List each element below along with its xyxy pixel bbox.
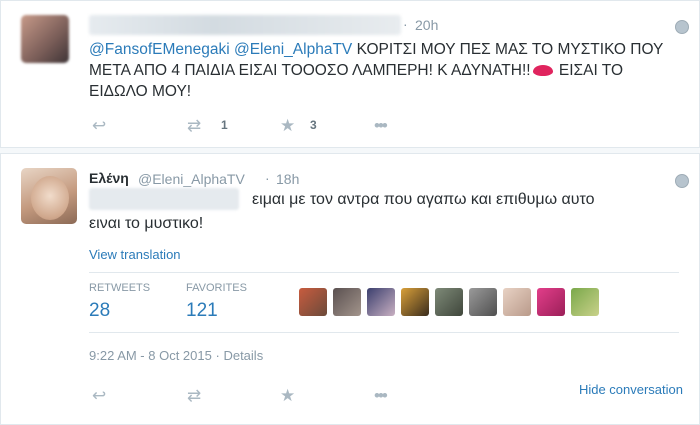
mention-link[interactable]: @Eleni_AlphaTV — [234, 41, 352, 58]
separator-dot: · — [403, 16, 408, 32]
favoriter-avatar[interactable] — [571, 288, 599, 316]
favoriter-avatar[interactable] — [435, 288, 463, 316]
tweet-card-main: Ελένη @Eleni_AlphaTV · 18h ειμαι με τον … — [0, 153, 700, 425]
mention-link[interactable]: @FansofEMenegaki — [89, 41, 230, 58]
star-icon[interactable]: ★ — [280, 386, 295, 406]
favorite-count[interactable]: 3 — [310, 118, 317, 132]
favoriter-avatar[interactable] — [503, 288, 531, 316]
favorites-count[interactable]: 121 — [186, 300, 218, 322]
kiss-lips-emoji-icon — [532, 65, 553, 77]
favoriter-avatar[interactable] — [401, 288, 429, 316]
tweet-actions: ↩ ⇄ 1 ★ 3 ••• — [1, 116, 700, 136]
tweet-text-line1: ειμαι με τον αντρα που αγαπω και επιθυμω… — [252, 191, 595, 208]
divider — [89, 332, 679, 333]
tweet-text: @FansofEMenegaki @Eleni_AlphaTV ΚΟΡΙΤΣΙ … — [89, 39, 679, 102]
globe-icon[interactable] — [675, 174, 689, 188]
user-handle[interactable]: @Eleni_AlphaTV — [138, 171, 245, 187]
separator-dot: · — [215, 348, 220, 363]
avatar-face — [31, 176, 69, 220]
tweet-actions: ↩ ⇄ ★ ••• — [1, 386, 700, 406]
favoriter-avatar[interactable] — [367, 288, 395, 316]
retweet-count[interactable]: 1 — [221, 118, 228, 132]
star-icon[interactable]: ★ — [280, 116, 295, 136]
details-link[interactable]: Details — [223, 348, 263, 363]
view-translation-link[interactable]: View translation — [89, 247, 181, 262]
divider — [89, 272, 679, 273]
favoriter-avatar[interactable] — [469, 288, 497, 316]
favoriter-avatar[interactable] — [537, 288, 565, 316]
tweet-text-line2: ειναι το μυστικο! — [89, 215, 204, 232]
retweets-count[interactable]: 28 — [89, 300, 110, 322]
globe-icon[interactable] — [675, 20, 689, 34]
reply-icon[interactable]: ↩ — [92, 386, 106, 406]
more-icon[interactable]: ••• — [374, 386, 388, 406]
retweets-label: RETWEETS — [89, 282, 151, 294]
user-name[interactable]: Ελένη — [89, 170, 129, 186]
tweet-timestamp[interactable]: 9:22 AM - 8 Oct 2015 — [89, 348, 212, 363]
tweet-time[interactable]: 18h — [276, 171, 299, 187]
tweet-meta: 9:22 AM - 8 Oct 2015 · Details — [89, 348, 263, 363]
avatar[interactable] — [21, 15, 69, 63]
tweet-card-reply[interactable]: · 20h @FansofEMenegaki @Eleni_AlphaTV ΚΟ… — [0, 0, 700, 148]
tweet-time[interactable]: 20h — [415, 17, 438, 33]
avatar[interactable] — [21, 168, 77, 224]
favoriter-avatar[interactable] — [333, 288, 361, 316]
reply-icon[interactable]: ↩ — [92, 116, 106, 136]
separator-dot: · — [265, 170, 270, 186]
retweet-icon[interactable]: ⇄ — [187, 116, 201, 136]
blurred-user-name — [89, 15, 401, 35]
more-icon[interactable]: ••• — [374, 116, 388, 136]
favorites-label: FAVORITES — [186, 282, 247, 294]
blurred-mention — [89, 188, 239, 210]
favoriter-avatar[interactable] — [299, 288, 327, 316]
retweet-icon[interactable]: ⇄ — [187, 386, 201, 406]
